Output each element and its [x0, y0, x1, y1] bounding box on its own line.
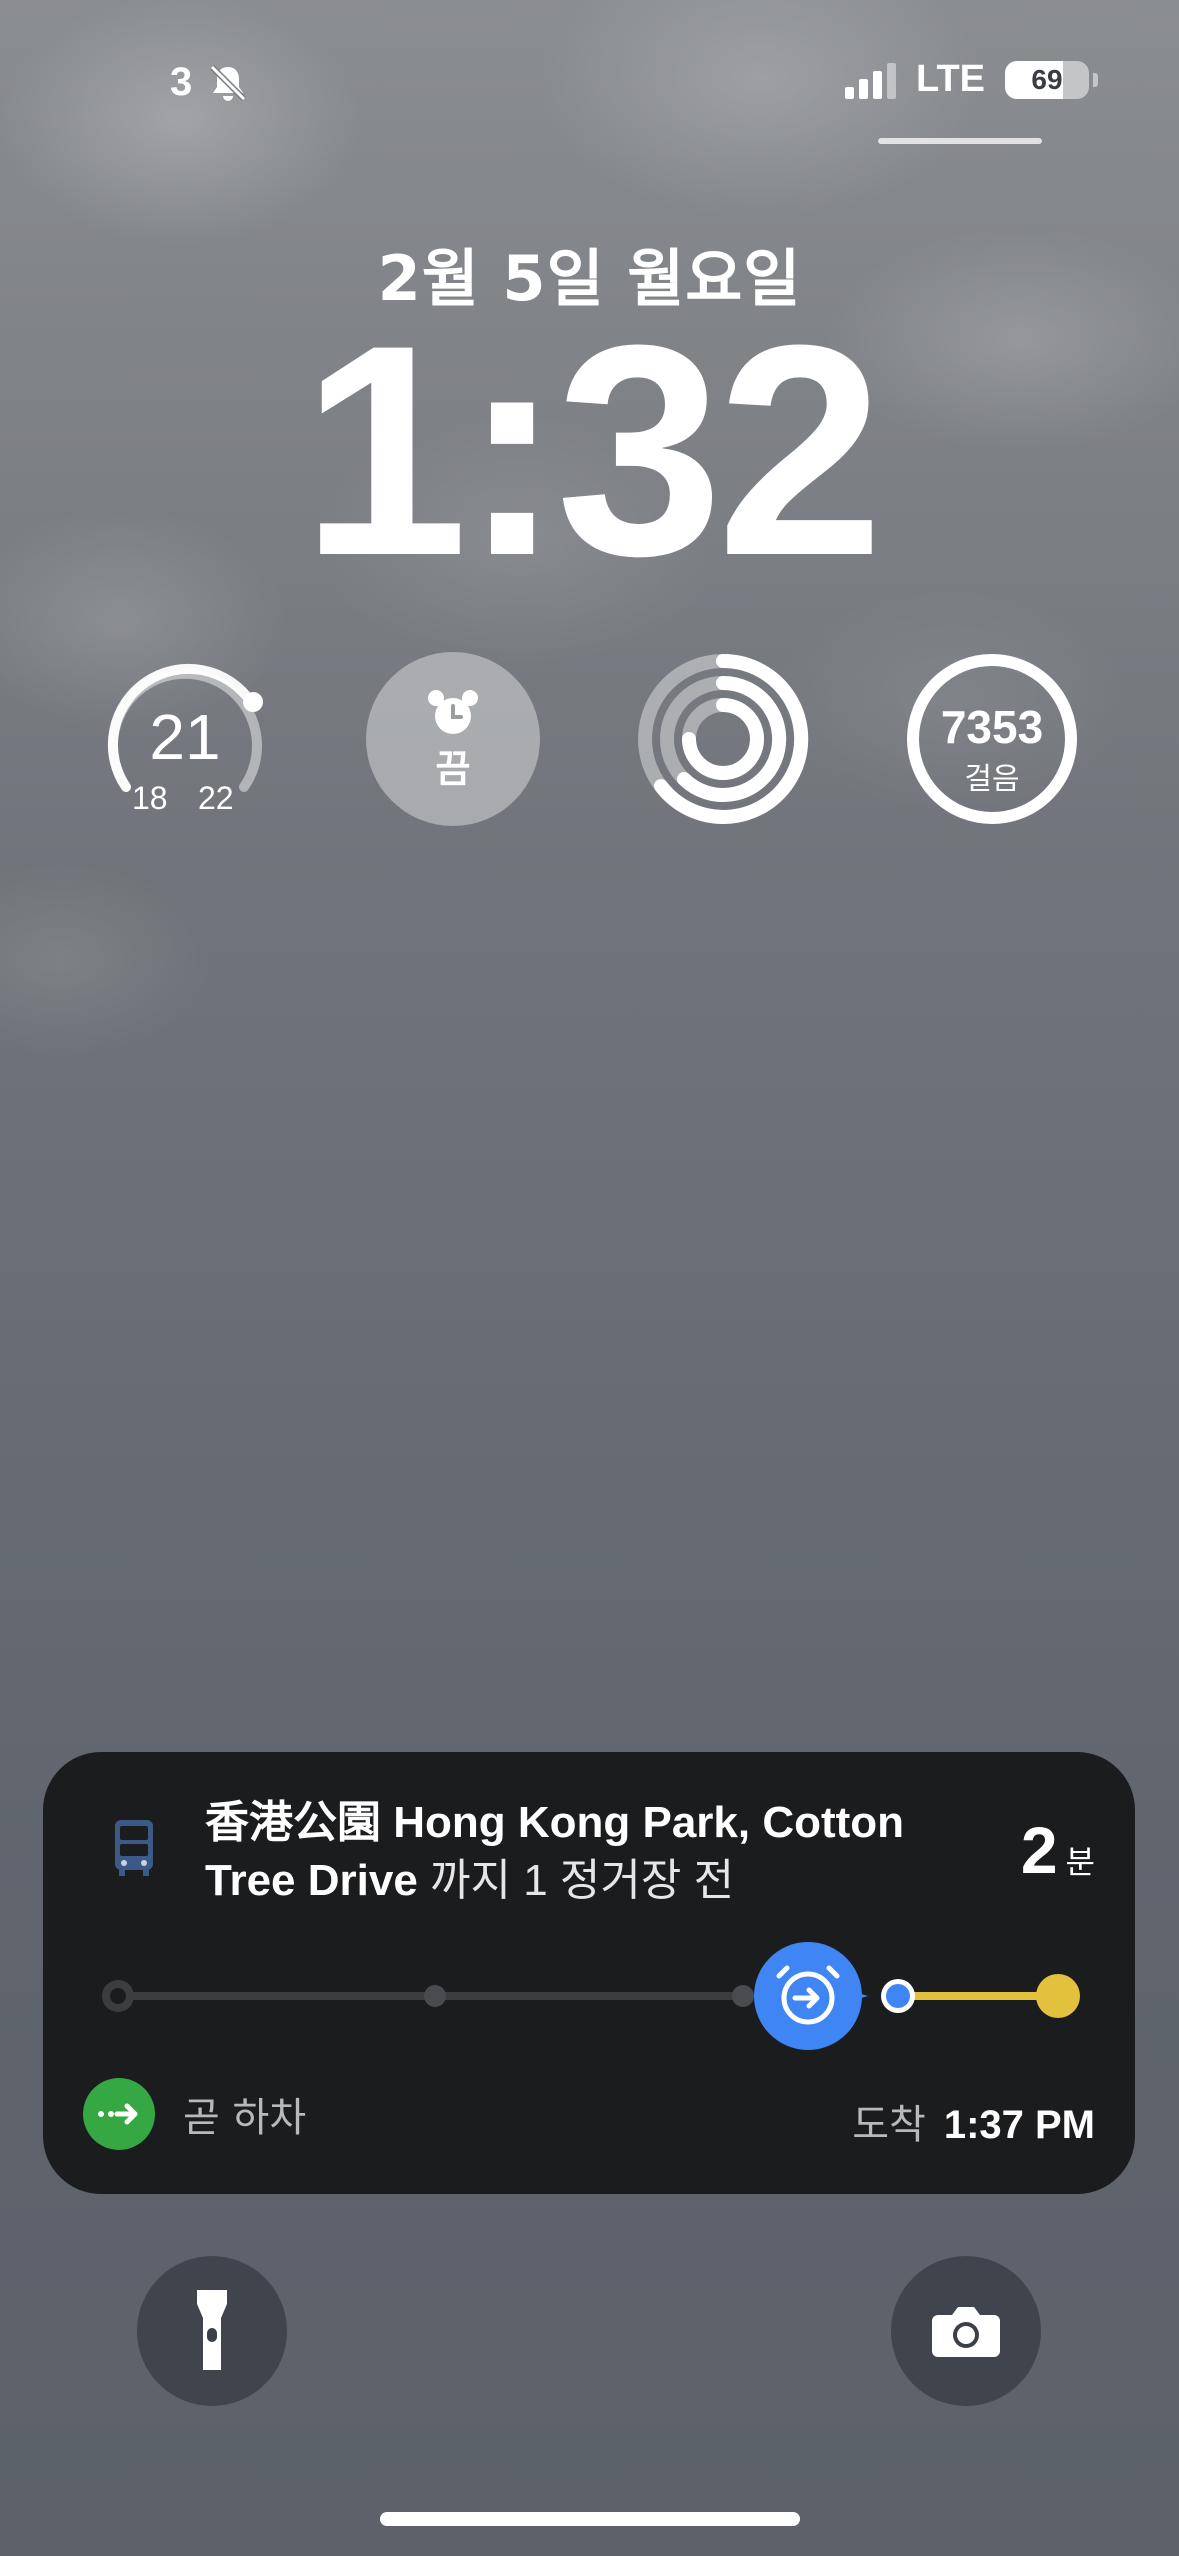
destination-text: 香港公園 Hong Kong Park, Cotton Tree Drive 까…: [205, 1794, 1005, 1910]
arrival-time: 도착 1:37 PM: [852, 2092, 1095, 2150]
battery-icon: 69: [1005, 60, 1098, 99]
alarm-clock-icon: [428, 690, 478, 734]
stop-name-line2: Tree Drive: [205, 1856, 418, 1905]
stops-remaining: 까지 1 정거장 전: [417, 1856, 735, 1905]
camera-button[interactable]: [891, 2256, 1041, 2406]
exit-soon-row: 곧 하차: [83, 2078, 306, 2150]
arrival-label: 도착: [852, 2103, 926, 2147]
cellular-signal-icon: [845, 61, 897, 99]
flashlight-icon: [197, 2290, 227, 2370]
exit-label: 곧 하차: [183, 2095, 307, 2141]
control-center-grabber[interactable]: [878, 138, 1042, 144]
exit-arrow-icon: [83, 2078, 155, 2150]
alarm-widget[interactable]: 끔: [366, 652, 540, 826]
bell-muted-icon: [210, 64, 247, 101]
bus-icon: [115, 1820, 153, 1876]
high-temp: 22: [198, 780, 234, 816]
alarm-status: 끔: [435, 747, 471, 791]
arrival-time-value: 1:37 PM: [943, 2103, 1095, 2147]
activity-rings-icon: [638, 653, 809, 824]
network-type: LTE: [916, 58, 985, 100]
transit-live-activity[interactable]: 香港公園 Hong Kong Park, Cotton Tree Drive 까…: [43, 1752, 1135, 2194]
steps-widget[interactable]: 7353 걸음: [905, 652, 1079, 826]
current-temp: 21: [149, 701, 221, 773]
camera-icon: [932, 2307, 1000, 2357]
status-bar: 3 LTE 69: [0, 58, 1179, 118]
eta-value: 2: [1020, 1813, 1058, 1887]
lock-time[interactable]: 1:32: [0, 300, 1179, 600]
status-right: LTE 69: [845, 58, 1098, 101]
flashlight-button[interactable]: [137, 2256, 287, 2406]
eta-unit: 분: [1065, 1844, 1095, 1880]
status-left: 3: [170, 60, 250, 105]
low-temp: 18: [132, 780, 168, 816]
steps-count: 7353: [940, 701, 1044, 753]
eta: 2분: [1021, 1812, 1095, 1888]
stop-name-line1: 香港公園 Hong Kong Park, Cotton: [205, 1798, 905, 1847]
activity-widget[interactable]: [636, 652, 810, 826]
battery-level: 69: [1031, 63, 1063, 95]
weather-widget[interactable]: 21 18 22: [98, 652, 272, 826]
steps-unit: 걸음: [964, 762, 1020, 797]
focus-count: 3: [170, 60, 193, 104]
route-progress-track: [102, 1942, 1080, 2050]
home-indicator[interactable]: [380, 2512, 800, 2526]
